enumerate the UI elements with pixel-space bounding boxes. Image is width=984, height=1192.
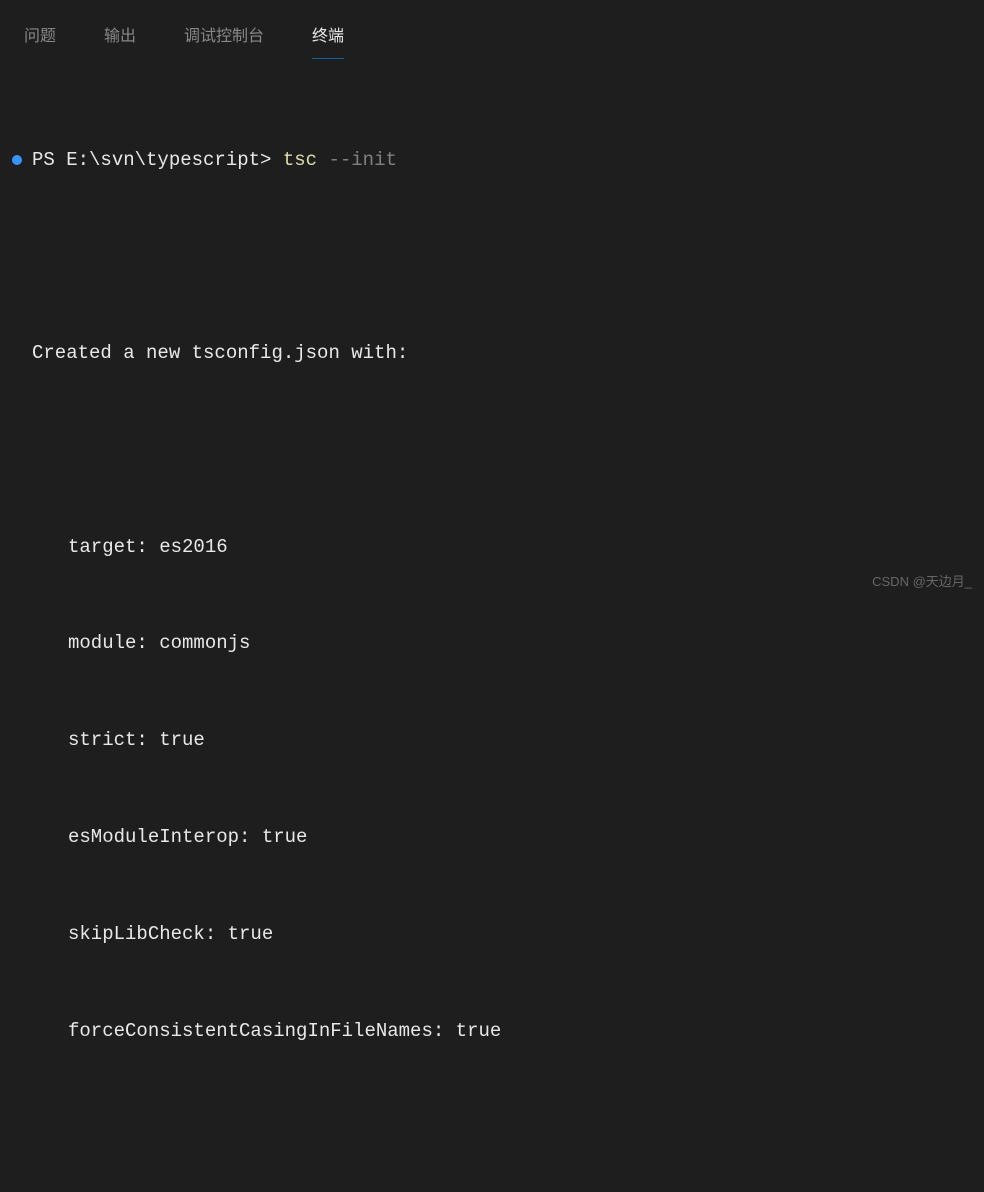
terminal-line: PS E:\svn\typescript> tsc --init (12, 144, 972, 176)
output-text: target: es2016 (68, 531, 228, 563)
terminal-output-line: skipLibCheck: true (12, 918, 972, 950)
output-text: esModuleInterop: true (68, 821, 307, 853)
blank-line (12, 240, 972, 272)
panel-tabs: 问题 输出 调试控制台 终端 (0, 0, 984, 59)
tab-output[interactable]: 输出 (80, 12, 160, 58)
terminal-output-line: module: commonjs (12, 627, 972, 659)
output-text: module: commonjs (68, 627, 250, 659)
prompt-path: PS E:\svn\typescript> (32, 144, 283, 176)
output-text: skipLibCheck: true (68, 918, 273, 950)
terminal-output-line: forceConsistentCasingInFileNames: true (12, 1015, 972, 1047)
output-text: strict: true (68, 724, 205, 756)
output-text: forceConsistentCasingInFileNames: true (68, 1015, 501, 1047)
terminal-output-line: strict: true (12, 724, 972, 756)
command-arg: --init (317, 144, 397, 176)
terminal-output-line: Created a new tsconfig.json with: (12, 337, 972, 369)
blank-line (12, 434, 972, 466)
blank-line (12, 1112, 972, 1144)
watermark: CSDN @天边月_ (872, 571, 972, 590)
tab-terminal[interactable]: 终端 (288, 12, 368, 58)
output-text: Created a new tsconfig.json with: (32, 337, 408, 369)
terminal-panel[interactable]: PS E:\svn\typescript> tsc --init Created… (0, 59, 984, 1192)
terminal-output-line: target: es2016 (12, 531, 972, 563)
terminal-output-line: esModuleInterop: true (12, 821, 972, 853)
prompt-dot-active-icon (12, 155, 22, 165)
tab-debug-console[interactable]: 调试控制台 (160, 12, 288, 58)
tab-problems[interactable]: 问题 (0, 12, 80, 58)
command-name: tsc (283, 144, 317, 176)
